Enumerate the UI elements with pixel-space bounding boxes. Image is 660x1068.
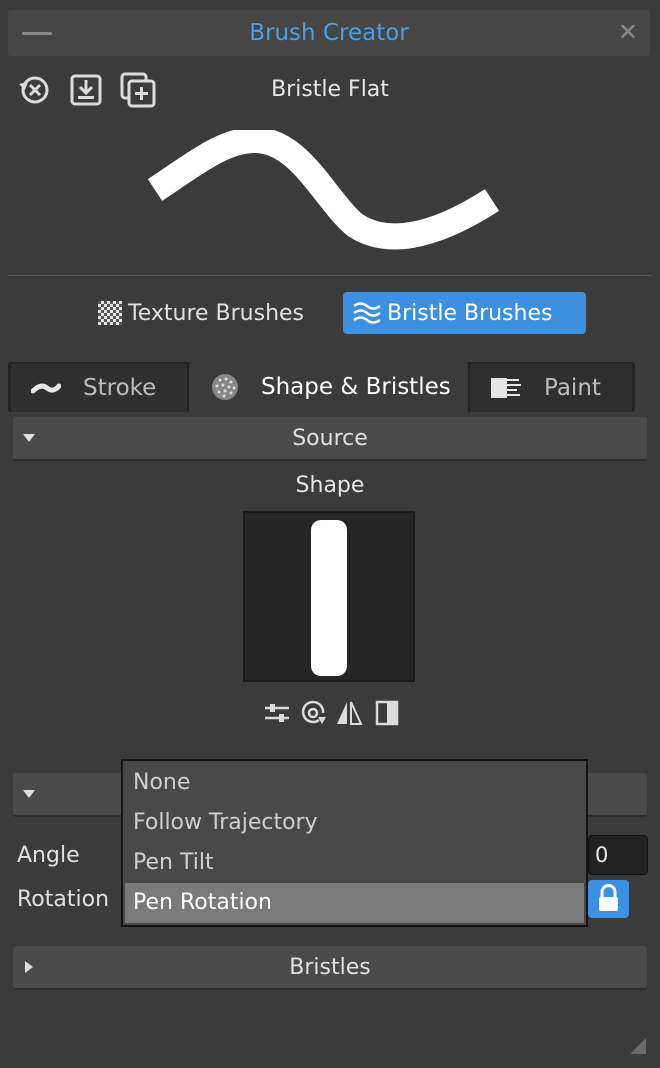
flip-icon[interactable] — [335, 700, 363, 726]
close-button[interactable]: ✕ — [618, 18, 638, 46]
stroke-icon — [31, 383, 61, 394]
angle-input[interactable]: 0 — [588, 835, 648, 875]
bristles-section-header[interactable]: Bristles — [13, 946, 647, 990]
rotation-dropdown[interactable]: None Follow Trajectory Pen Tilt Pen Rota… — [121, 759, 588, 927]
brush-name: Bristle Flat — [271, 77, 389, 102]
tab-shape-bristles[interactable]: Shape & Bristles — [189, 362, 468, 412]
tab-stroke-label: Stroke — [83, 375, 157, 401]
checker-icon — [98, 301, 122, 325]
title-bar[interactable]: Brush Creator ✕ — [8, 10, 650, 56]
reset-icon[interactable] — [16, 72, 52, 108]
bristle-brushes-label: Bristle Brushes — [387, 300, 553, 326]
tab-paint[interactable]: Paint — [470, 364, 632, 412]
dropdown-option-selected[interactable]: Pen Rotation — [125, 883, 584, 923]
tab-shape-label: Shape & Bristles — [261, 374, 451, 400]
rotation-label: Rotation — [17, 887, 110, 912]
duplicate-icon[interactable] — [120, 72, 156, 108]
shape-label: Shape — [295, 473, 365, 498]
adjust-icon[interactable] — [263, 700, 291, 726]
resize-handle[interactable] — [630, 1038, 646, 1054]
texture-brushes-label: Texture Brushes — [128, 300, 305, 326]
stroke-preview — [147, 130, 500, 250]
collapse-icon — [23, 790, 35, 798]
shape-preview[interactable] — [243, 511, 415, 682]
divider — [8, 275, 652, 276]
tab-stroke[interactable]: Stroke — [11, 364, 187, 412]
import-icon[interactable] — [68, 72, 104, 108]
paint-icon — [491, 378, 521, 398]
source-section-header[interactable]: Source — [13, 417, 647, 461]
bristle-brushes-button[interactable]: Bristle Brushes — [343, 292, 586, 334]
tab-paint-label: Paint — [544, 375, 601, 401]
shape-icon — [212, 374, 238, 400]
source-title: Source — [292, 426, 368, 451]
window-title: Brush Creator — [249, 20, 409, 46]
dropdown-option[interactable]: None — [125, 763, 584, 803]
invert-icon[interactable] — [373, 700, 401, 726]
lock-button[interactable] — [588, 880, 629, 918]
waves-icon — [353, 302, 381, 324]
angle-label: Angle — [17, 843, 80, 868]
dropdown-option[interactable]: Pen Tilt — [125, 843, 584, 883]
bristles-title: Bristles — [289, 955, 371, 980]
spiral-icon[interactable] — [299, 700, 327, 726]
lock-icon — [599, 884, 618, 911]
brush-creator-panel: Brush Creator ✕ Bristle Flat Texture Bru… — [0, 0, 660, 1068]
dropdown-option[interactable]: Follow Trajectory — [125, 803, 584, 843]
shape-image — [311, 520, 347, 676]
texture-brushes-button[interactable]: Texture Brushes — [88, 292, 318, 334]
